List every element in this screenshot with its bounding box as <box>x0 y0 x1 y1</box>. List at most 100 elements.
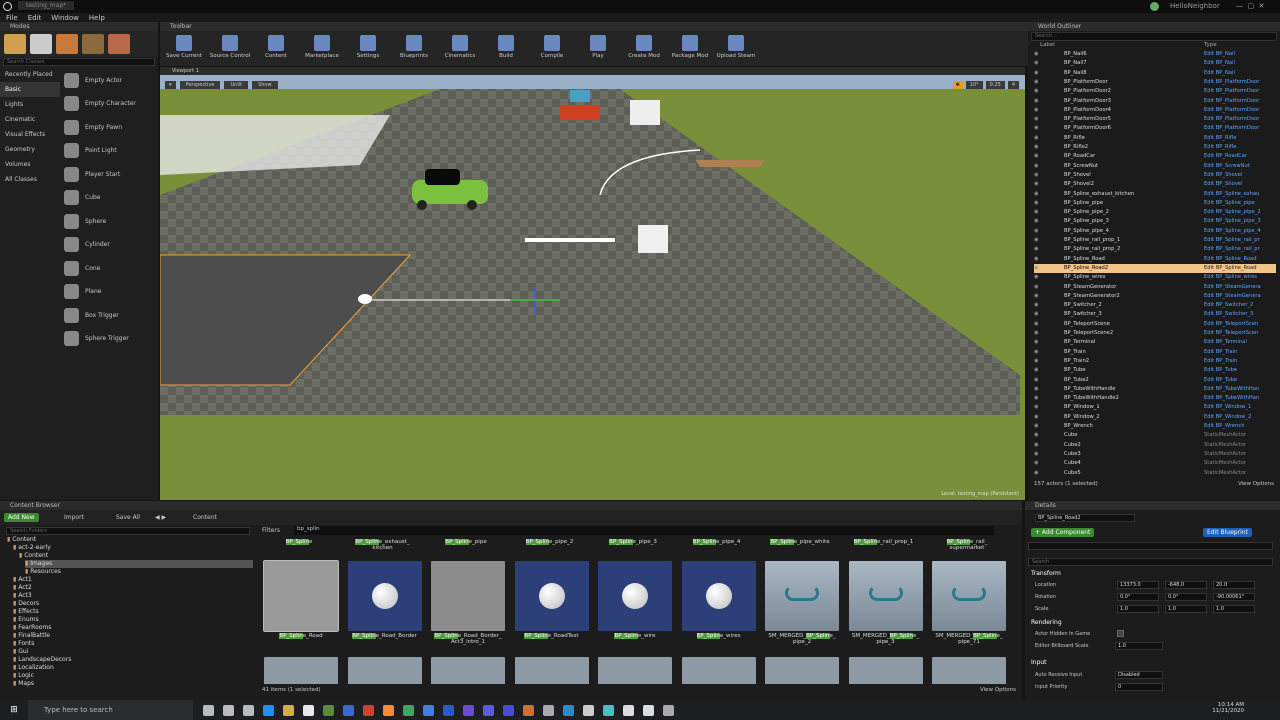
outliner-row[interactable]: ◉ Cube3 StaticMeshActor <box>1034 450 1276 459</box>
actor-type-link[interactable]: Edit BP_ScrewNut <box>1204 162 1250 171</box>
outliner-row[interactable]: ◉ BP_PlatformDoor4 Edit BP_PlatformDoor <box>1034 106 1276 115</box>
visibility-eye-icon[interactable]: ◉ <box>1034 245 1039 254</box>
landscape-mode-icon[interactable] <box>56 34 78 54</box>
taskbar-app-icon[interactable] <box>583 704 594 716</box>
actor-type-link[interactable]: Edit BP_Spline_pipe_3 <box>1204 217 1261 226</box>
outliner-row[interactable]: ◉ BP_Spline_exhaust_kitchen Edit BP_Spline… <box>1034 190 1276 199</box>
asset-tile[interactable]: BP_Spline_wires <box>681 561 756 639</box>
import-button[interactable]: Import <box>64 514 84 521</box>
outliner-row[interactable]: ◉ BP_TubeWithHandle2 Edit BP_TubeWithHan <box>1034 394 1276 403</box>
toolbar-button[interactable]: Package Mod <box>668 34 712 59</box>
folder-item[interactable]: ▮ Act3 <box>13 592 32 600</box>
add-new-button[interactable]: Add New <box>4 513 39 522</box>
category-4[interactable]: Visual Effects <box>0 127 60 142</box>
scale-x-field[interactable]: 1.0 <box>1117 605 1159 613</box>
place-item[interactable]: Cube <box>64 187 156 209</box>
visibility-eye-icon[interactable]: ◉ <box>1034 152 1039 161</box>
taskbar-app-icon[interactable] <box>523 704 534 716</box>
taskbar-app-icon[interactable] <box>423 704 434 716</box>
outliner-row[interactable]: ◉ BP_PlatformDoor Edit BP_PlatformDoor <box>1034 78 1276 87</box>
visibility-eye-icon[interactable]: ◉ <box>1034 310 1039 319</box>
actor-type-link[interactable]: Edit BP_PlatformDoor <box>1204 78 1259 87</box>
outliner-row[interactable]: ◉ BP_Train Edit BP_Train <box>1034 348 1276 357</box>
actor-type-link[interactable]: Edit BP_Train <box>1204 348 1237 357</box>
asset-tile[interactable]: BP_Spline_Road_Border_ Act3_intro_1 <box>431 561 505 645</box>
map-tab[interactable]: testing_map* <box>18 1 75 10</box>
actor-type-link[interactable]: Edit BP_PlatformDoor <box>1204 106 1259 115</box>
visibility-eye-icon[interactable]: ◉ <box>1034 180 1039 189</box>
taskbar-app-icon[interactable] <box>243 704 254 716</box>
taskbar-app-icon[interactable] <box>323 704 334 716</box>
place-item[interactable]: Empty Character <box>64 93 156 115</box>
toolbar-button[interactable]: Save Current <box>162 34 206 59</box>
outliner-row[interactable]: ◉ BP_Shovel Edit BP_Shovel <box>1034 171 1276 180</box>
folder-item[interactable]: ▮ FearRooms <box>13 624 51 632</box>
hidden-in-game-checkbox[interactable] <box>1117 630 1124 637</box>
place-item[interactable]: Empty Pawn <box>64 116 156 138</box>
rendering-section[interactable]: Rendering <box>1031 619 1062 626</box>
input-section[interactable]: Input <box>1031 659 1047 666</box>
actor-type-link[interactable]: Edit BP_Tube <box>1204 366 1237 375</box>
rotation-y-field[interactable]: 0.0° <box>1165 593 1207 601</box>
foliage-mode-icon[interactable] <box>82 34 104 54</box>
menu-edit[interactable]: Edit <box>28 14 42 22</box>
toolbar-button[interactable]: Create Mod <box>622 34 666 59</box>
visibility-eye-icon[interactable]: ◉ <box>1034 217 1039 226</box>
visibility-eye-icon[interactable]: ◉ <box>1034 143 1039 152</box>
history-arrows-icon[interactable]: ◀ ▶ <box>155 514 166 521</box>
outliner-row[interactable]: ◉ BP_SteamGenerator2 Edit BP_SteamGenera <box>1034 292 1276 301</box>
perspective-button[interactable]: Perspective <box>179 81 221 89</box>
visibility-eye-icon[interactable]: ◉ <box>1034 431 1039 440</box>
label-column-header[interactable]: Label <box>1040 42 1055 48</box>
visibility-eye-icon[interactable]: ◉ <box>1034 171 1039 180</box>
filters-button[interactable]: Filters <box>262 527 280 534</box>
menu-window[interactable]: Window <box>51 14 79 22</box>
actor-type-link[interactable]: Edit BP_Shovel <box>1204 180 1242 189</box>
window-controls[interactable]: — ▢ ✕ <box>1236 2 1264 10</box>
visibility-eye-icon[interactable]: ◉ <box>1034 208 1039 217</box>
category-6[interactable]: Volumes <box>0 157 60 172</box>
asset-view-options[interactable]: View Options <box>980 687 1016 693</box>
visibility-eye-icon[interactable]: ◉ <box>1034 413 1039 422</box>
scale-z-field[interactable]: 1.0 <box>1213 605 1255 613</box>
visibility-eye-icon[interactable]: ◉ <box>1034 273 1039 282</box>
actor-type-link[interactable]: Edit BP_PlatformDoor <box>1204 124 1259 133</box>
outliner-row[interactable]: ◉ BP_Spline_Road Edit BP_Spline_Road <box>1034 255 1276 264</box>
outliner-row[interactable]: ◉ Cube4 StaticMeshActor <box>1034 459 1276 468</box>
paint-mode-icon[interactable] <box>30 34 52 54</box>
place-item[interactable]: Empty Actor <box>64 69 156 91</box>
actor-type-link[interactable]: Edit BP_TubeWithHan <box>1204 385 1259 394</box>
actor-type-link[interactable]: Edit BP_Tube <box>1204 376 1237 385</box>
category-3[interactable]: Cinematic <box>0 112 60 127</box>
visibility-eye-icon[interactable]: ◉ <box>1034 348 1039 357</box>
outliner-view-options[interactable]: View Options <box>1238 478 1274 490</box>
outliner-row[interactable]: ◉ BP_Spline_Road2 Edit BP_Spline_Road <box>1034 263 1276 274</box>
actor-type-link[interactable]: Edit BP_PlatformDoor <box>1204 115 1259 124</box>
taskbar-app-icon[interactable] <box>343 704 354 716</box>
folder-item[interactable]: ▮ Act2 <box>13 584 32 592</box>
angle-snap-value[interactable]: 10° <box>965 81 983 89</box>
taskbar-app-icon[interactable] <box>503 704 514 716</box>
outliner-row[interactable]: ◉ BP_Spline_rail_prop_1 Edit BP_Spline_rai… <box>1034 236 1276 245</box>
visibility-eye-icon[interactable]: ◉ <box>1034 106 1039 115</box>
outliner-row[interactable]: ◉ BP_PlatformDoor6 Edit BP_PlatformDoor <box>1034 124 1276 133</box>
rotation-z-field[interactable]: -90.00061° <box>1213 593 1255 601</box>
visibility-eye-icon[interactable]: ◉ <box>1034 357 1039 366</box>
actor-type-link[interactable]: Edit BP_Switcher_2 <box>1204 301 1253 310</box>
outliner-row[interactable]: ◉ BP_ScrewNut Edit BP_ScrewNut <box>1034 162 1276 171</box>
outliner-row[interactable]: ◉ BP_PlatformDoor3 Edit BP_PlatformDoor <box>1034 97 1276 106</box>
save-all-button[interactable]: Save All <box>116 514 140 521</box>
place-item[interactable]: Point Light <box>64 140 156 162</box>
visibility-eye-icon[interactable]: ◉ <box>1034 376 1039 385</box>
folder-item[interactable]: ▮ Content <box>19 552 48 560</box>
outliner-row[interactable]: ◉ BP_Switcher_3 Edit BP_Switcher_3 <box>1034 310 1276 319</box>
visibility-eye-icon[interactable]: ◉ <box>1034 459 1039 468</box>
asset-tile[interactable]: BP_Spline_RoadTest <box>514 561 589 639</box>
visibility-eye-icon[interactable]: ◉ <box>1034 236 1039 245</box>
visibility-eye-icon[interactable]: ◉ <box>1034 69 1039 78</box>
show-button[interactable]: Show <box>252 81 278 89</box>
folder-item[interactable]: ▮ Maps <box>13 680 34 688</box>
category-0[interactable]: Recently Placed <box>0 67 60 82</box>
outliner-row[interactable]: ◉ BP_Spline_pipe_2 Edit BP_Spline_pipe_2 <box>1034 208 1276 217</box>
taskbar-app-icon[interactable] <box>283 704 294 716</box>
